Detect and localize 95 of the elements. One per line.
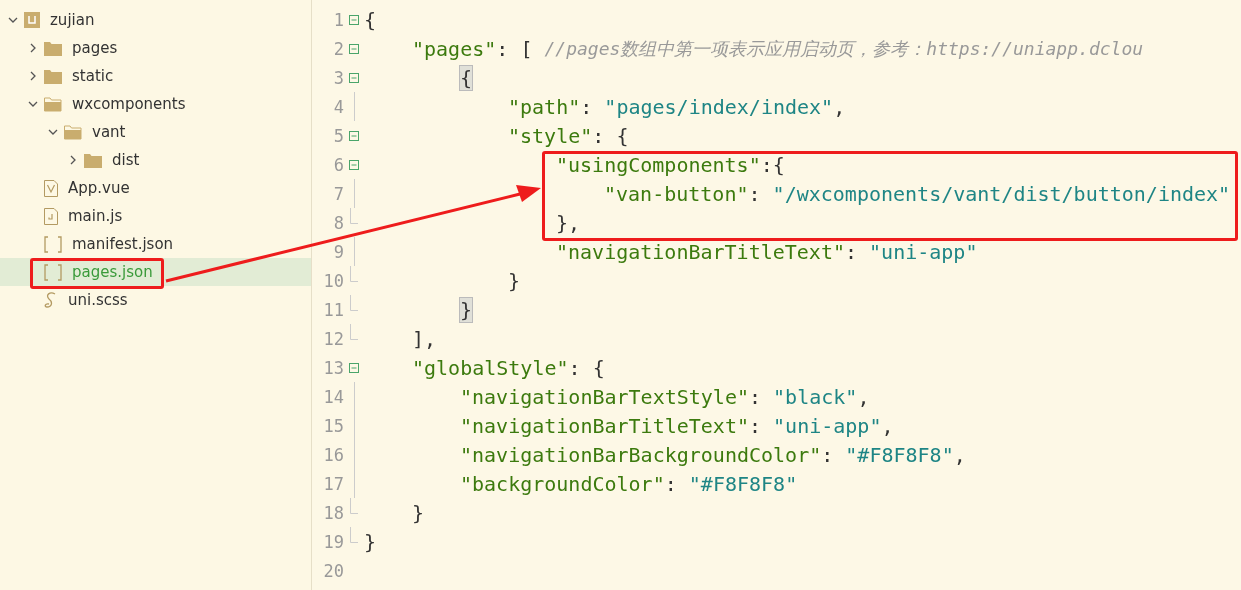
line-number: 18 <box>322 502 344 523</box>
code-token: : <box>749 413 763 438</box>
tree-item[interactable]: vant <box>0 118 311 146</box>
code-token: "path" <box>508 94 581 119</box>
tree-item[interactable]: zujian <box>0 6 311 34</box>
chevron-icon[interactable] <box>28 71 38 81</box>
folder-icon <box>44 68 62 84</box>
line-number: 10 <box>322 270 344 291</box>
code-token: :{ <box>760 152 785 177</box>
line-number: 1 <box>332 9 344 30</box>
code-token: : <box>749 384 763 409</box>
tree-item[interactable]: main.js <box>0 202 311 230</box>
brackets-icon <box>44 235 62 253</box>
code-token: "uni-app" <box>773 413 882 438</box>
code-token: } <box>364 529 377 554</box>
code-token: "navigationBarTitleText" <box>460 413 749 438</box>
code-token: ], <box>412 326 437 351</box>
code-token: } <box>460 297 473 322</box>
tree-item[interactable]: pages <box>0 34 311 62</box>
fold-icon[interactable] <box>349 72 359 83</box>
chevron-icon[interactable] <box>28 43 38 53</box>
line-number: 2 <box>332 38 344 59</box>
line-number: 15 <box>322 415 344 436</box>
code-token: , <box>833 94 846 119</box>
code-token: , <box>953 442 966 467</box>
tree-item[interactable]: static <box>0 62 311 90</box>
chevron-icon[interactable] <box>48 127 58 137</box>
tree-item[interactable]: dist <box>0 146 311 174</box>
line-number: 17 <box>322 473 344 494</box>
folder-icon <box>44 96 62 112</box>
code-token: { <box>364 7 377 32</box>
line-number: 5 <box>332 125 344 146</box>
line-number: 8 <box>332 212 344 233</box>
code-token: : <box>664 471 678 496</box>
code-token: "#F8F8F8" <box>688 471 798 496</box>
code-token: , <box>857 384 870 409</box>
code-token: "van-button" <box>604 181 749 206</box>
fold-icon[interactable] <box>349 14 359 25</box>
folder-icon <box>84 152 102 168</box>
line-number: 16 <box>322 444 344 465</box>
code-token: } <box>412 500 425 525</box>
code-token: "black" <box>773 384 858 409</box>
file-icon <box>44 207 58 225</box>
code-token: "style" <box>508 123 593 148</box>
line-number: 19 <box>322 531 344 552</box>
line-number: 4 <box>332 96 344 117</box>
code-token: "navigationBarTitleText" <box>556 239 845 264</box>
fold-icon[interactable] <box>349 159 359 170</box>
code-token: , <box>881 413 894 438</box>
chevron-icon[interactable] <box>68 155 78 165</box>
code-token: "/wxcomponents/vant/dist/button/index" <box>772 181 1231 206</box>
tree-item[interactable]: wxcomponents <box>0 90 311 118</box>
code-token: "usingComponents" <box>556 152 761 177</box>
code-token: { <box>460 65 473 90</box>
code-token: "#F8F8F8" <box>845 442 954 467</box>
chevron-icon[interactable] <box>28 99 38 109</box>
project-icon <box>24 12 40 28</box>
line-number: 3 <box>332 67 344 88</box>
file-icon <box>44 179 58 197</box>
folder-icon <box>64 124 82 140</box>
brackets-icon <box>44 263 62 281</box>
line-number: 7 <box>332 183 344 204</box>
line-number: 20 <box>322 560 344 581</box>
squiggle-icon <box>44 291 58 309</box>
code-token: } <box>508 268 521 293</box>
line-number: 11 <box>322 299 344 320</box>
line-number: 6 <box>332 154 344 175</box>
line-number: 14 <box>322 386 344 407</box>
code-token: "pages/index/index" <box>604 94 834 119</box>
fold-icon[interactable] <box>349 130 359 141</box>
code-token: : <box>748 181 762 206</box>
code-token: : [ <box>496 36 534 61</box>
code-token: "uni-app" <box>869 239 978 264</box>
code-token: "backgroundColor" <box>460 471 665 496</box>
tree-item[interactable]: uni.scss <box>0 286 311 314</box>
code-token: : { <box>592 123 629 148</box>
code-token: }, <box>556 210 581 235</box>
chevron-icon[interactable] <box>8 15 18 25</box>
code-token: "navigationBarTextStyle" <box>460 384 749 409</box>
code-comment: //pages数组中第一项表示应用启动页，参考：https://uniapp.dclou <box>544 36 1144 61</box>
line-number: 12 <box>322 328 344 349</box>
tree-item[interactable]: manifest.json <box>0 230 311 258</box>
fold-icon[interactable] <box>349 362 359 373</box>
folder-icon <box>44 40 62 56</box>
line-number: 9 <box>332 241 344 262</box>
code-token: : <box>580 94 594 119</box>
code-token: : <box>845 239 859 264</box>
code-token: "pages" <box>412 36 497 61</box>
code-token: "globalStyle" <box>412 355 569 380</box>
code-token: : <box>821 442 835 467</box>
fold-icon[interactable] <box>349 43 359 54</box>
code-token: "navigationBarBackgroundColor" <box>460 442 822 467</box>
tree-item[interactable]: App.vue <box>0 174 311 202</box>
code-token: : { <box>568 355 605 380</box>
line-number: 13 <box>322 357 344 378</box>
